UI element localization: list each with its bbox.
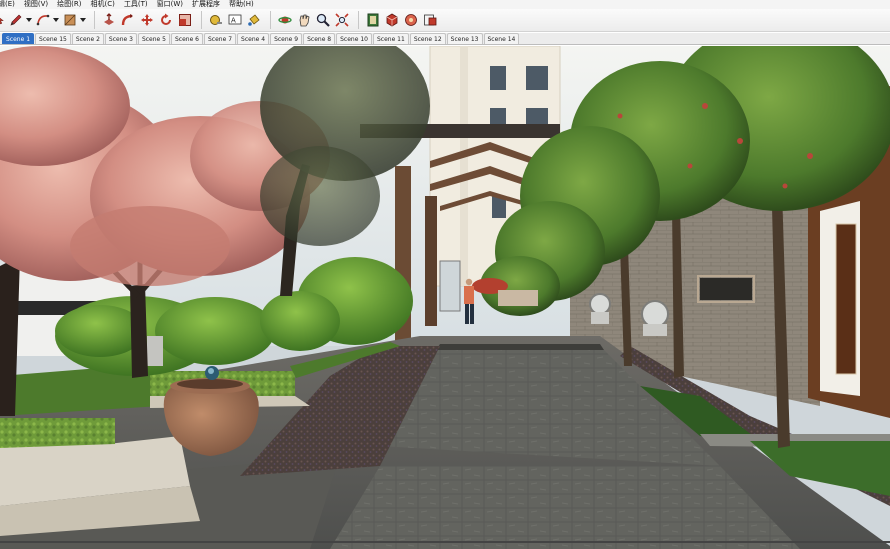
rotate-icon [160, 13, 171, 25]
pencil-dropdown[interactable] [25, 12, 33, 29]
zoom-extents-tool-button[interactable] [333, 12, 350, 29]
modify-tools-group [99, 10, 194, 30]
push-pull-icon [103, 13, 114, 25]
push-pull-tool-button[interactable] [100, 12, 117, 29]
menu-bar: 辑(E) 视图(V) 绘图(R) 相机(C) 工具(T) 窗口(W) 扩展程序 … [0, 0, 890, 9]
chevron-down-icon [26, 18, 32, 22]
shape-dropdown[interactable] [79, 12, 87, 29]
orbit-tool-button[interactable] [276, 12, 293, 29]
toolbar-divider [201, 11, 202, 29]
text-tool-button[interactable]: A [226, 12, 243, 29]
svg-text:A: A [231, 17, 236, 25]
follow-me-icon [121, 14, 133, 26]
pencil-icon [10, 14, 21, 26]
drawing-tools-group [0, 10, 87, 30]
rotate-tool-button[interactable] [157, 12, 174, 29]
chevron-down-icon [80, 18, 86, 22]
scene-tab-13[interactable]: Scene 13 [446, 33, 483, 44]
arc-dropdown[interactable] [52, 12, 60, 29]
scale-tool-button[interactable] [176, 12, 193, 29]
rendered-landscape-scene [0, 46, 890, 549]
scene-tab-10[interactable]: Scene 10 [336, 33, 372, 44]
toolbar-divider [270, 11, 271, 29]
warehouse-icon [367, 13, 378, 27]
move-tool-button[interactable] [138, 12, 155, 29]
orbit-icon [277, 16, 292, 24]
menu-camera[interactable]: 相机(C) [86, 0, 119, 9]
main-toolbar: A [0, 9, 890, 32]
scene-tab-14[interactable]: Scene 14 [483, 33, 520, 44]
tape-measure-tool-button[interactable] [207, 12, 224, 29]
chevron-down-icon [53, 18, 59, 22]
menu-window[interactable]: 窗口(W) [153, 0, 188, 9]
menu-extensions[interactable]: 扩展程序 [188, 0, 225, 9]
pan-tool-button[interactable] [295, 12, 312, 29]
menu-help[interactable]: 帮助(H) [225, 0, 259, 9]
tape-measure-icon [209, 15, 222, 25]
scale-icon [178, 14, 191, 26]
camera-tools-group [275, 10, 351, 30]
text-icon: A [228, 14, 241, 25]
arc-tool-button[interactable] [34, 12, 51, 29]
select-icon [0, 17, 4, 25]
menu-edit[interactable]: 辑(E) [0, 0, 20, 9]
shape-icon [64, 14, 75, 26]
scene-tab-4[interactable]: Scene 4 [237, 33, 270, 44]
pencil-tool-button[interactable] [7, 12, 24, 29]
zoom-tool-button[interactable] [314, 12, 331, 29]
pan-icon [299, 14, 309, 27]
components-button[interactable] [402, 12, 419, 29]
3d-warehouse-button[interactable] [364, 12, 381, 29]
scene-tab-8[interactable]: Scene 8 [303, 33, 336, 44]
scene-tab-7[interactable]: Scene 7 [204, 33, 237, 44]
scene-tab-3[interactable]: Scene 3 [104, 33, 137, 44]
move-icon [140, 14, 153, 26]
arc-icon [36, 14, 49, 26]
select-tool-button[interactable] [0, 12, 5, 29]
scene-tab-5[interactable]: Scene 5 [137, 33, 170, 44]
materials-icon [423, 14, 436, 26]
components-icon [404, 14, 417, 26]
zoom-extents-icon [334, 13, 349, 27]
toolbar-divider [358, 11, 359, 29]
model-viewport[interactable] [0, 46, 890, 549]
materials-button[interactable] [421, 12, 438, 29]
scene-tab-2[interactable]: Scene 2 [71, 33, 104, 44]
paint-bucket-tool-button[interactable] [245, 12, 262, 29]
scene-tab-12[interactable]: Scene 12 [409, 33, 446, 44]
scene-tab-1[interactable]: Scene 1 [2, 33, 35, 44]
follow-me-tool-button[interactable] [119, 12, 136, 29]
warehouse-tools-group [363, 10, 439, 30]
scene-tab-bar: Scene 1 Scene 15 Scene 2 Scene 3 Scene 5… [0, 33, 890, 45]
construction-tools-group: A [206, 10, 263, 30]
shape-tool-button[interactable] [61, 12, 78, 29]
menu-tools[interactable]: 工具(T) [120, 0, 153, 9]
scene-tab-6[interactable]: Scene 6 [170, 33, 203, 44]
zoom-icon [316, 13, 330, 27]
paint-bucket-icon [247, 14, 260, 26]
extension-warehouse-icon [386, 13, 397, 27]
menu-draw[interactable]: 绘图(R) [53, 0, 86, 9]
toolbar-divider [94, 11, 95, 29]
scene-tab-11[interactable]: Scene 11 [372, 33, 409, 44]
extension-warehouse-button[interactable] [383, 12, 400, 29]
scene-tab-15[interactable]: Scene 15 [35, 33, 71, 44]
scene-tab-9[interactable]: Scene 9 [270, 33, 303, 44]
menu-view[interactable]: 视图(V) [20, 0, 53, 9]
